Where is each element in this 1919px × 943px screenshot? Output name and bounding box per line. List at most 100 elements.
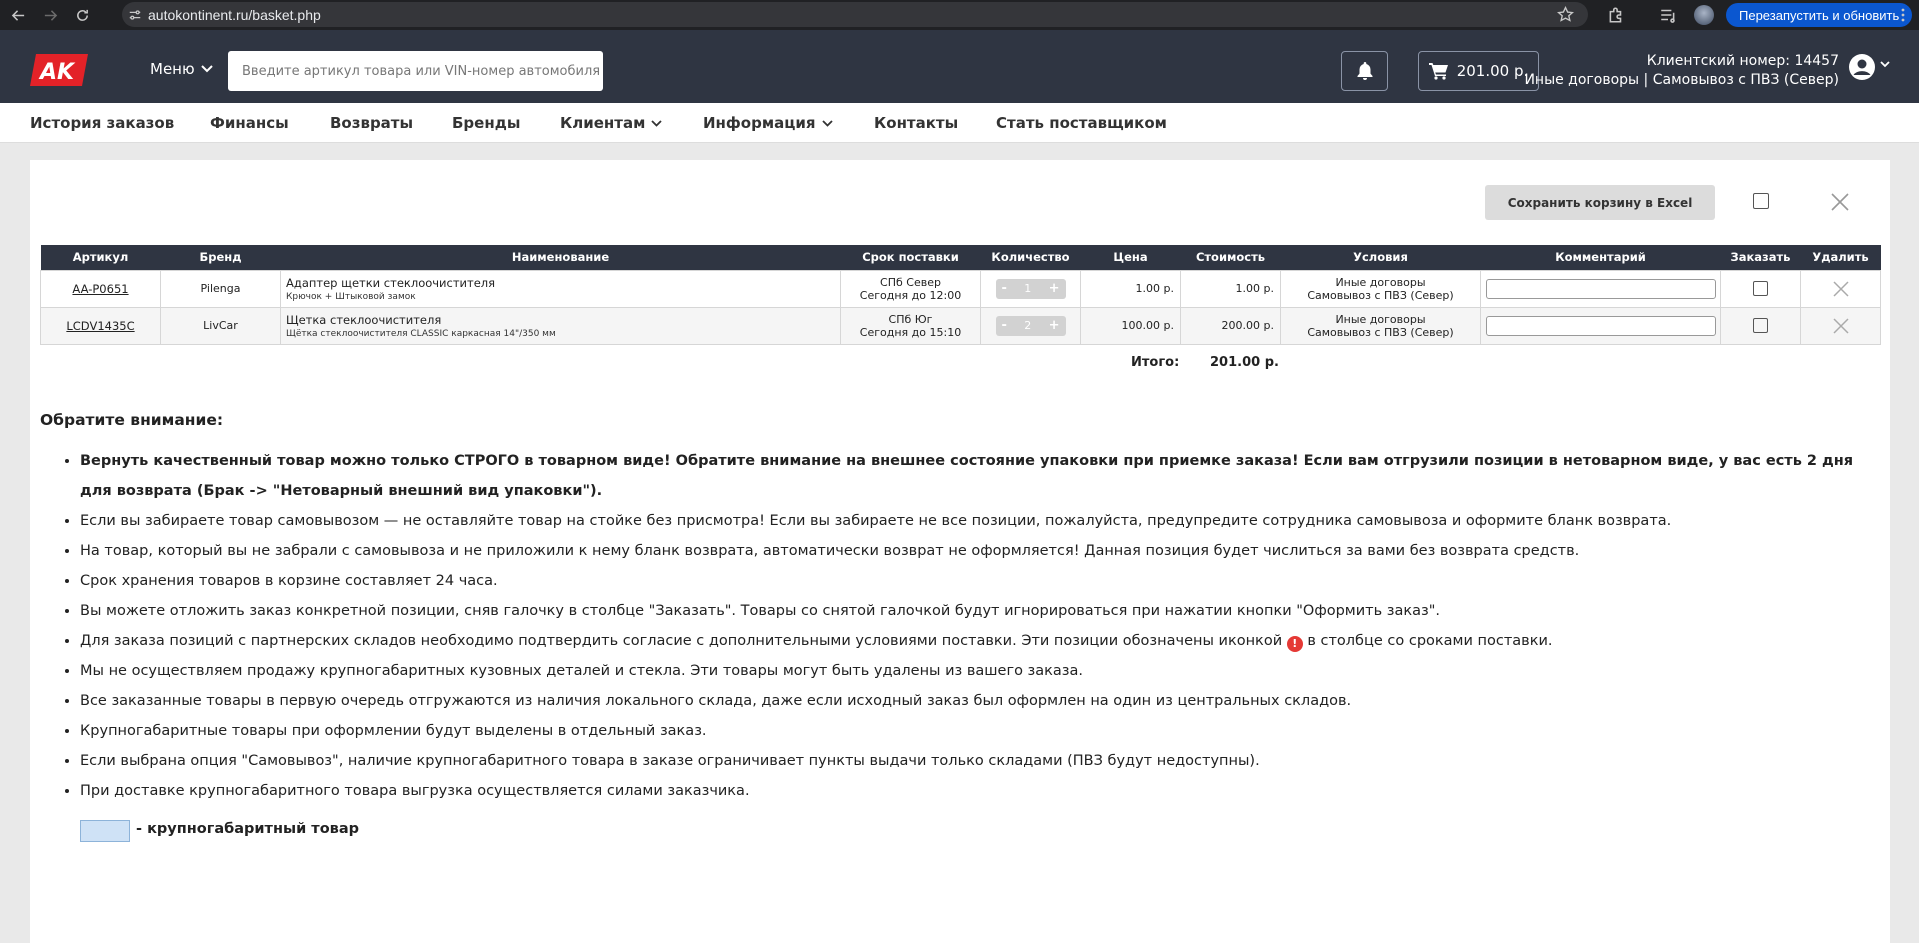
- total-value: 201.00 р.: [1210, 355, 1279, 370]
- bookmark-star-icon[interactable]: [1557, 6, 1574, 23]
- nav-finance[interactable]: Финансы: [210, 114, 289, 132]
- note-item: При доставке крупногабаритного товара вы…: [80, 776, 1860, 806]
- nav-contacts[interactable]: Контакты: [874, 114, 958, 132]
- qty-plus-button[interactable]: +: [1049, 318, 1060, 333]
- product-description: Крючок + Штыковой замок: [286, 291, 416, 302]
- user-account-icon[interactable]: [1848, 53, 1876, 81]
- article-link[interactable]: AA-P0651: [72, 282, 128, 296]
- relaunch-button[interactable]: Перезапустить и обновить: [1726, 3, 1913, 27]
- extensions-icon[interactable]: [1607, 6, 1625, 24]
- note-item: Вы можете отложить заказ конкретной пози…: [80, 596, 1860, 626]
- browser-toolbar: autokontinent.ru/basket.php Перезапустит…: [0, 0, 1919, 30]
- nav-brands[interactable]: Бренды: [452, 114, 520, 132]
- forward-icon[interactable]: [36, 1, 64, 29]
- note-item: Мы не осуществляем продажу крупногабарит…: [80, 656, 1860, 686]
- clear-basket-close-icon[interactable]: [1830, 192, 1850, 212]
- col-order: Заказать: [1720, 245, 1801, 270]
- col-delete: Удалить: [1800, 245, 1881, 270]
- nav-clients[interactable]: Клиентам: [560, 114, 663, 132]
- note-item: Для заказа позиций с партнерских складов…: [80, 626, 1860, 656]
- product-description: Щётка стеклоочистителя CLASSIC каркасная…: [286, 328, 556, 339]
- delivery-cell: СПб Север Сегодня до 12:00: [840, 269, 981, 308]
- site-settings-icon[interactable]: [122, 2, 148, 27]
- notes-title: Обратите внимание:: [40, 411, 224, 429]
- media-controls-icon[interactable]: [1659, 6, 1677, 24]
- cart-icon: [1428, 63, 1448, 80]
- chevron-down-icon: [821, 119, 833, 127]
- order-checkbox[interactable]: [1753, 318, 1768, 333]
- chevron-down-icon[interactable]: [1880, 61, 1890, 68]
- product-name[interactable]: Щетка стеклоочистителя: [286, 313, 840, 327]
- reload-icon[interactable]: [68, 1, 96, 29]
- svg-text:AK: AK: [38, 60, 76, 85]
- note-item: Крупногабаритные товары при оформлении б…: [80, 716, 1860, 746]
- site-logo[interactable]: AK: [30, 52, 90, 88]
- menu-button[interactable]: Меню: [150, 60, 213, 78]
- order-cell: [1720, 269, 1801, 308]
- select-all-checkbox[interactable]: [1753, 193, 1769, 209]
- brand-cell: Pilenga: [160, 269, 281, 308]
- note-item: Вернуть качественный товар можно только …: [80, 446, 1860, 506]
- col-delivery: Срок поставки: [840, 245, 981, 270]
- note-item: Все заказанные товары в первую очередь о…: [80, 686, 1860, 716]
- chevron-down-icon: [200, 65, 213, 73]
- cart-button[interactable]: 201.00 р.: [1418, 51, 1539, 91]
- note-item: На товар, который вы не забрали с самовы…: [80, 536, 1860, 566]
- notifications-button[interactable]: [1341, 51, 1388, 91]
- address-bar[interactable]: autokontinent.ru/basket.php: [122, 2, 1588, 27]
- client-contract: Иные договоры | Самовывоз с ПВЗ (Север): [1524, 72, 1839, 88]
- chevron-down-icon: [651, 119, 663, 127]
- delete-cell: [1800, 306, 1881, 345]
- price-cell: 1.00 р.: [1080, 269, 1181, 308]
- menu-label: Меню: [150, 60, 195, 78]
- qty-minus-button[interactable]: -: [1002, 318, 1007, 333]
- qty-value[interactable]: 1: [1024, 282, 1031, 295]
- nav-become-supplier[interactable]: Стать поставщиком: [996, 114, 1167, 132]
- comment-input[interactable]: [1485, 278, 1716, 299]
- warning-icon: !: [1286, 636, 1303, 652]
- nav-order-history[interactable]: История заказов: [30, 114, 174, 132]
- save-excel-button[interactable]: Сохранить корзину в Excel: [1485, 185, 1715, 220]
- client-number: Клиентский номер: 14457: [1646, 53, 1839, 69]
- cost-cell: 200.00 р.: [1180, 306, 1281, 345]
- article-link[interactable]: LCDV1435C: [66, 319, 134, 333]
- col-cost: Стоимость: [1180, 245, 1281, 270]
- comment-input[interactable]: [1485, 315, 1716, 336]
- back-icon[interactable]: [4, 1, 32, 29]
- delete-close-icon[interactable]: [1832, 317, 1850, 335]
- quantity-stepper[interactable]: - 1 +: [995, 278, 1066, 299]
- quantity-cell: - 1 +: [980, 269, 1081, 308]
- col-name: Наименование: [280, 245, 841, 270]
- col-article: Артикул: [40, 245, 161, 270]
- notes-list: Вернуть качественный товар можно только …: [80, 446, 1860, 806]
- terms-cell: Иные договоры Самовывоз с ПВЗ (Север): [1280, 306, 1481, 345]
- name-cell: Адаптер щетки стеклоочистителя Крючок + …: [280, 269, 841, 308]
- profile-avatar[interactable]: [1694, 5, 1714, 25]
- total-label: Итого:: [1131, 355, 1180, 370]
- note-item: Если вы забираете товар самовывозом — не…: [80, 506, 1860, 536]
- brand-cell: LivCar: [160, 306, 281, 345]
- col-price: Цена: [1080, 245, 1181, 270]
- note-item: Срок хранения товаров в корзине составля…: [80, 566, 1860, 596]
- url-text[interactable]: autokontinent.ru/basket.php: [148, 7, 321, 23]
- delivery-cell: СПб Юг Сегодня до 15:10: [840, 306, 981, 345]
- table-header-row: Артикул Бренд Наименование Срок поставки…: [40, 245, 1881, 270]
- main-nav: История заказов Финансы Возвраты Бренды …: [0, 103, 1919, 143]
- nav-information[interactable]: Информация: [703, 114, 833, 132]
- search-input[interactable]: [228, 51, 603, 91]
- browser-menu-icon[interactable]: [1895, 7, 1911, 23]
- quantity-stepper[interactable]: - 2 +: [995, 315, 1066, 336]
- note-item: Если выбрана опция "Самовывоз", наличие …: [80, 746, 1860, 776]
- nav-returns[interactable]: Возвраты: [330, 114, 413, 132]
- oversized-legend-label: - крупногабаритный товар: [136, 821, 359, 837]
- order-checkbox[interactable]: [1753, 281, 1768, 296]
- col-comment: Комментарий: [1480, 245, 1721, 270]
- qty-plus-button[interactable]: +: [1049, 281, 1060, 296]
- price-cell: 100.00 р.: [1080, 306, 1181, 345]
- comment-cell: [1480, 306, 1721, 345]
- product-name[interactable]: Адаптер щетки стеклоочистителя: [286, 276, 840, 290]
- qty-value[interactable]: 2: [1024, 319, 1031, 332]
- delete-close-icon[interactable]: [1832, 280, 1850, 298]
- qty-minus-button[interactable]: -: [1002, 281, 1007, 296]
- table-row: AA-P0651 Pilenga Адаптер щетки стеклоочи…: [40, 269, 1881, 308]
